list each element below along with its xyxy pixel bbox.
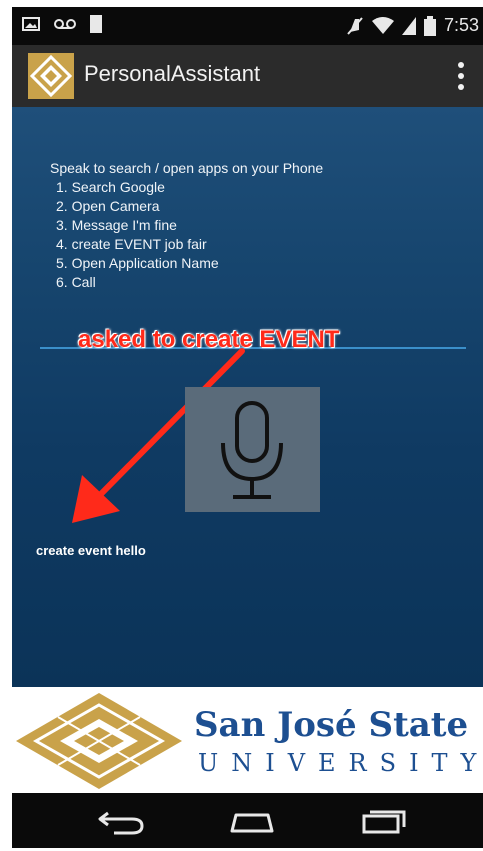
back-icon[interactable] xyxy=(94,807,150,835)
university-banner: San José State UNIVERSITY xyxy=(12,687,483,793)
mute-icon xyxy=(347,16,363,35)
image-icon xyxy=(22,17,40,31)
navigation-bar xyxy=(12,793,483,848)
signal-icon xyxy=(401,16,416,35)
instruction-item: 6. Call xyxy=(56,274,96,290)
app-title: PersonalAssistant xyxy=(84,61,261,86)
university-subtitle: UNIVERSITY xyxy=(198,749,483,777)
wifi-icon xyxy=(371,16,394,34)
instruction-item: 5. Open Application Name xyxy=(56,255,219,271)
instructions-heading: Speak to search / open apps on your Phon… xyxy=(50,160,324,176)
more-vert-icon[interactable] xyxy=(457,61,465,91)
sjsu-seal-logo xyxy=(16,693,182,789)
instruction-item: 2. Open Camera xyxy=(56,198,160,214)
voicemail-icon xyxy=(54,19,76,29)
sim-icon xyxy=(90,15,102,33)
action-bar: PersonalAssistant xyxy=(12,45,483,107)
instruction-item: 1. Search Google xyxy=(56,179,165,195)
university-name: San José State xyxy=(194,705,469,745)
clock: 7:53 xyxy=(443,15,479,35)
instruction-item: 4. create EVENT job fair xyxy=(56,236,207,252)
phone-screen: 7:53 PersonalAssistant Speak to search /… xyxy=(12,7,483,848)
mic-button[interactable] xyxy=(185,387,320,512)
app-logo-icon[interactable] xyxy=(28,53,74,99)
instructions: Speak to search / open apps on your Phon… xyxy=(50,159,323,292)
microphone-icon xyxy=(221,401,283,499)
battery-icon xyxy=(423,15,436,36)
status-bar: 7:53 xyxy=(12,7,483,45)
instruction-item: 3. Message I'm fine xyxy=(56,217,177,233)
recognized-text: create event hello xyxy=(36,543,146,558)
home-icon[interactable] xyxy=(224,807,280,835)
recents-icon[interactable] xyxy=(354,807,410,835)
main-content: Speak to search / open apps on your Phon… xyxy=(12,107,483,687)
